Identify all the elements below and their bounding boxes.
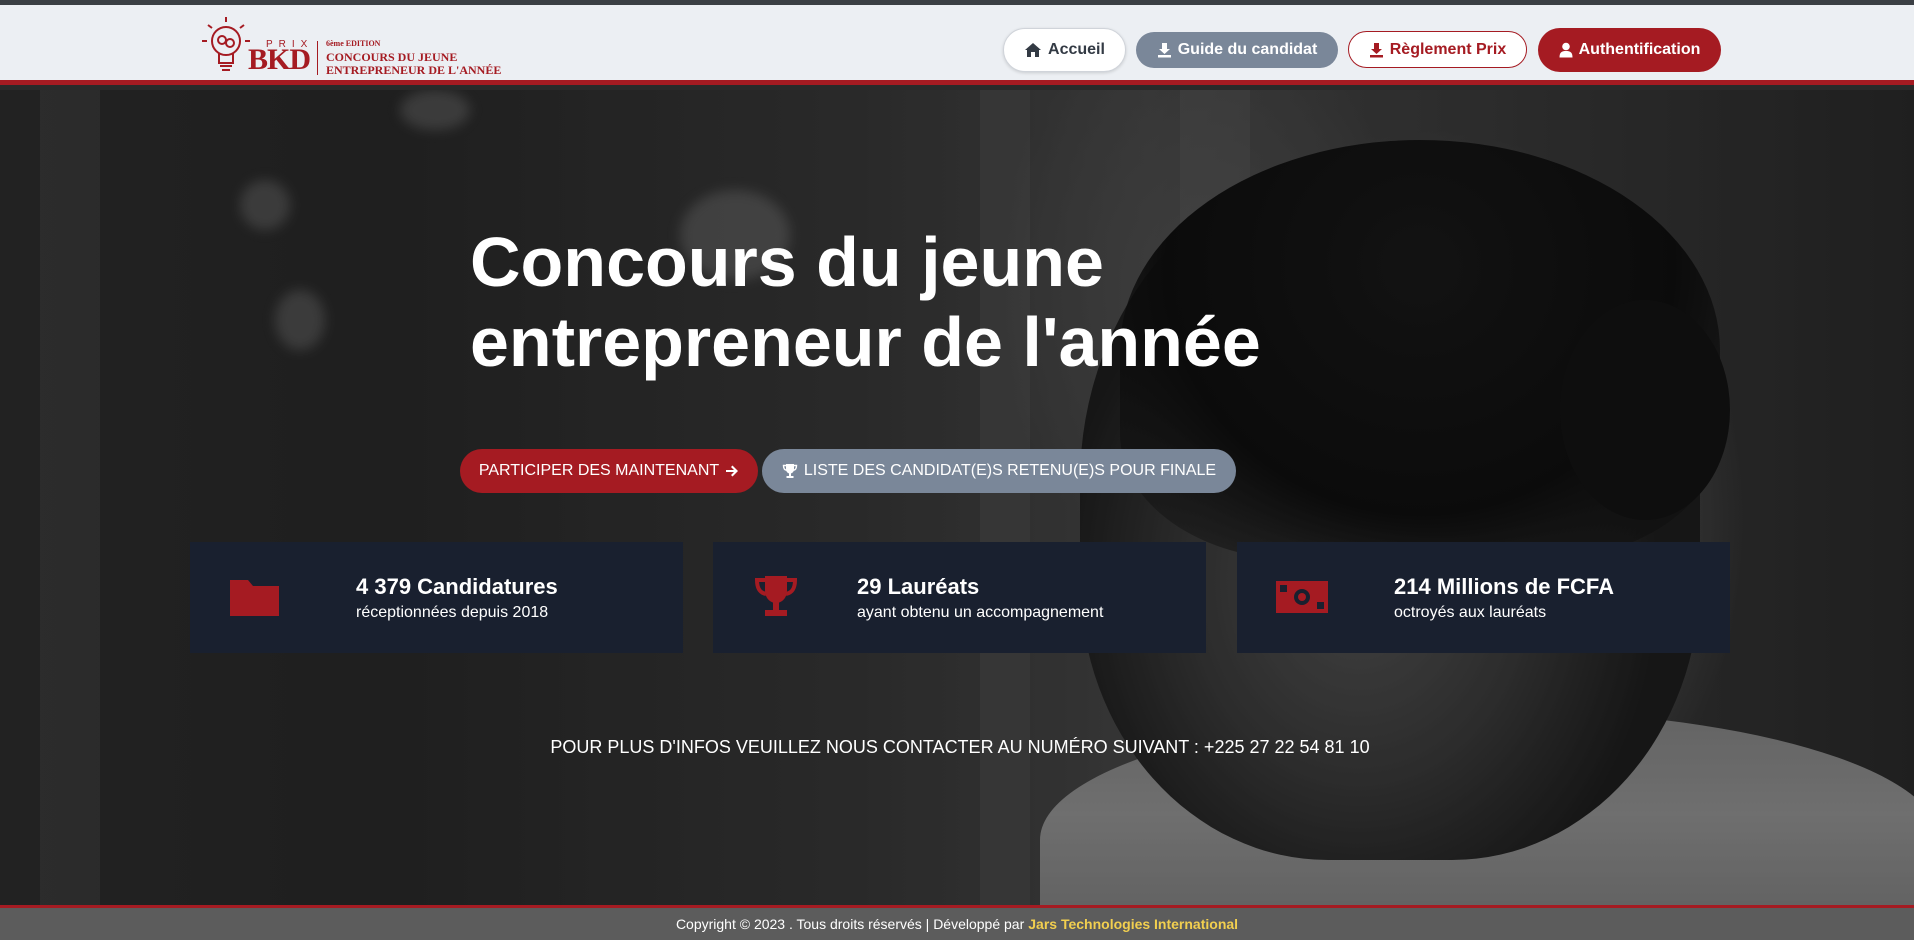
hero-section: Concours du jeune entrepreneur de l'anné… <box>0 90 1914 905</box>
contact-info: POUR PLUS D'INFOS VEUILLEZ NOUS CONTACTE… <box>550 737 1370 757</box>
nav-accueil-button[interactable]: Accueil <box>1003 28 1126 72</box>
hero-title-line-2: entrepreneur de l'année <box>470 303 1261 381</box>
money-bill-icon <box>1276 581 1328 613</box>
logo-brand: BKD <box>248 43 311 76</box>
logo-edition: 6ème EDITION <box>326 39 381 48</box>
stat-card-financement: 214 Millions de FCFA octroyés aux lauréa… <box>1237 542 1730 653</box>
nav-authentification-label: Authentification <box>1578 41 1701 58</box>
footer-copyright: Copyright © 2023 . Tous droits réservés … <box>675 916 1025 932</box>
stat-card-candidatures: 4 379 Candidatures réceptionnées depuis … <box>190 542 683 653</box>
hero-overlay <box>0 90 1914 905</box>
liste-finalistes-label: LISTE DES CANDIDAT(E)S RETENU(E)S POUR F… <box>803 462 1217 479</box>
site-footer: Copyright © 2023 . Tous droits réservés … <box>0 905 1914 940</box>
hero-title-line-1: Concours du jeune <box>470 223 1104 301</box>
nav-authentification-button[interactable]: Authentification <box>1538 28 1721 72</box>
liste-finalistes-button[interactable]: LISTE DES CANDIDAT(E)S RETENU(E)S POUR F… <box>762 449 1236 493</box>
trophy-icon <box>754 576 798 616</box>
stat-title: 29 Lauréats <box>857 574 980 599</box>
download-icon <box>1369 42 1383 57</box>
logo-line-2: ENTREPRENEUR DE L'ANNÉE <box>326 63 502 77</box>
user-icon <box>1559 42 1573 58</box>
folder-icon <box>230 580 279 616</box>
nav-reglement-button[interactable]: Règlement Prix <box>1348 31 1527 68</box>
home-icon <box>1025 43 1042 57</box>
stat-title: 4 379 Candidatures <box>356 574 558 599</box>
stat-subtitle: réceptionnées depuis 2018 <box>356 604 549 621</box>
nav-accueil-label: Accueil <box>1048 41 1105 58</box>
stat-title: 214 Millions de FCFA <box>1394 574 1615 599</box>
site-header: PRIX BKD 6ème EDITION CONCOURS DU JEUNE … <box>0 5 1914 85</box>
nav-guide-label: Guide du candidat <box>1177 41 1318 58</box>
logo-divider <box>317 41 318 75</box>
hero-title: Concours du jeune entrepreneur de l'anné… <box>470 222 1370 382</box>
participer-label: PARTICIPER DES MAINTENANT <box>478 462 720 479</box>
stat-card-laureats: 29 Lauréats ayant obtenu un accompagneme… <box>713 542 1206 653</box>
participer-button[interactable]: PARTICIPER DES MAINTENANT <box>460 449 758 493</box>
trophy-icon <box>782 464 798 478</box>
nav-reglement-label: Règlement Prix <box>1389 40 1507 58</box>
arrow-right-icon <box>726 465 739 477</box>
nav-guide-button[interactable]: Guide du candidat <box>1136 32 1338 68</box>
stat-subtitle: octroyés aux lauréats <box>1394 604 1547 621</box>
site-logo[interactable]: PRIX BKD 6ème EDITION CONCOURS DU JEUNE … <box>198 13 518 79</box>
stat-subtitle: ayant obtenu un accompagnement <box>857 604 1104 621</box>
footer-developer-link[interactable]: Jars Technologies International <box>1028 916 1238 932</box>
download-icon <box>1157 43 1171 58</box>
